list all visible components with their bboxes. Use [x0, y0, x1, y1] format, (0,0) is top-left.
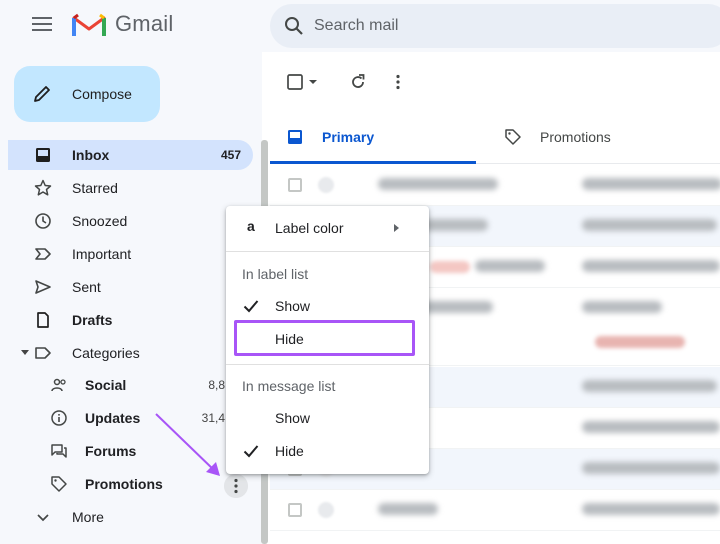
sidebar-item-inbox[interactable]: Inbox 457: [8, 140, 253, 170]
menu-section-header: In label list: [242, 266, 309, 282]
row-checkbox[interactable]: [288, 503, 302, 517]
app-title: Gmail: [115, 11, 174, 36]
label-icon: [35, 347, 51, 359]
menu-item-label-list-show[interactable]: Show: [226, 290, 429, 322]
sidebar-item-sent[interactable]: Sent: [8, 272, 253, 302]
select-dropdown-icon[interactable]: [307, 72, 319, 92]
submenu-arrow-icon: [394, 224, 399, 232]
caret-down-icon[interactable]: [21, 350, 29, 355]
star-icon[interactable]: [318, 502, 334, 518]
unread-count: 8,8: [208, 378, 225, 392]
row-checkbox[interactable]: [288, 178, 302, 192]
sidebar-item-label: Categories: [72, 345, 140, 361]
menu-divider: [226, 364, 429, 365]
info-icon: [51, 410, 67, 426]
app-header: Gmail: [0, 0, 720, 52]
inbox-icon: [288, 130, 302, 144]
sidebar-item-label: Snoozed: [72, 213, 128, 229]
mail-row[interactable]: [270, 490, 720, 531]
forum-icon: [51, 444, 67, 458]
highlight-box: [234, 320, 415, 356]
menu-item-label: Label color: [275, 220, 344, 236]
more-vert-icon[interactable]: [388, 72, 408, 92]
sidebar-item-label: Updates: [85, 410, 141, 426]
important-icon: [35, 248, 51, 260]
annotation-arrow-icon: [155, 413, 220, 476]
menu-item-label: Show: [275, 298, 311, 314]
gmail-logo-icon[interactable]: [72, 12, 106, 38]
sidebar-item-starred[interactable]: Starred: [8, 173, 253, 203]
pencil-icon: [34, 86, 50, 102]
star-icon[interactable]: [318, 177, 334, 193]
clock-icon: [35, 213, 51, 229]
check-icon: [243, 300, 259, 313]
sidebar-item-label: Important: [72, 246, 132, 262]
sidebar-item-more[interactable]: More: [8, 502, 253, 532]
sidebar-item-social[interactable]: Social 8,8: [8, 370, 253, 400]
search-bar[interactable]: [270, 4, 720, 48]
menu-divider: [226, 251, 429, 252]
menu-item-label: Show: [275, 410, 311, 426]
search-input[interactable]: [314, 4, 694, 48]
search-icon[interactable]: [284, 16, 304, 36]
sidebar-item-important[interactable]: Important: [8, 239, 253, 269]
refresh-icon[interactable]: [348, 72, 368, 92]
sidebar-item-label: Inbox: [72, 147, 110, 163]
sidebar-item-label: More: [72, 509, 104, 525]
menu-item-message-list-show[interactable]: Show: [226, 402, 429, 434]
sidebar-item-label: Sent: [72, 279, 101, 295]
sidebar-item-snoozed[interactable]: Snoozed: [8, 206, 253, 236]
mail-row[interactable]: [270, 165, 720, 206]
tab-primary[interactable]: Primary: [270, 114, 476, 164]
tab-label: Primary: [322, 129, 375, 145]
select-all-checkbox-icon[interactable]: [286, 72, 306, 92]
category-tabs: Primary Promotions: [270, 114, 720, 164]
sidebar-item-categories[interactable]: Categories: [8, 338, 253, 368]
compose-label: Compose: [72, 86, 132, 102]
people-icon: [51, 378, 66, 392]
sidebar-item-label: Social: [85, 377, 127, 393]
check-icon: [243, 445, 259, 458]
draft-icon: [37, 312, 49, 328]
tab-promotions[interactable]: Promotions: [500, 114, 720, 164]
menu-section-header: In message list: [242, 378, 336, 394]
sidebar-item-label: Starred: [72, 180, 118, 196]
compose-button[interactable]: Compose: [14, 66, 160, 122]
menu-item-label: Hide: [275, 443, 304, 459]
menu-item-message-list-hide[interactable]: Hide: [226, 435, 429, 467]
hamburger-menu-icon[interactable]: [32, 16, 52, 32]
unread-count: 457: [220, 148, 241, 162]
send-icon: [35, 280, 51, 294]
tag-icon: [505, 129, 521, 145]
sidebar-item-label: Forums: [85, 443, 137, 459]
tab-label: Promotions: [540, 129, 611, 145]
sidebar-item-label: Drafts: [72, 312, 113, 328]
sidebar-item-drafts[interactable]: Drafts: [8, 305, 253, 335]
tag-icon: [51, 476, 67, 492]
menu-item-label-color[interactable]: a Label color: [226, 212, 429, 244]
label-color-letter-icon: a: [247, 218, 255, 234]
inbox-icon: [36, 148, 50, 162]
star-icon: [34, 179, 52, 196]
chevron-down-icon: [37, 514, 49, 522]
